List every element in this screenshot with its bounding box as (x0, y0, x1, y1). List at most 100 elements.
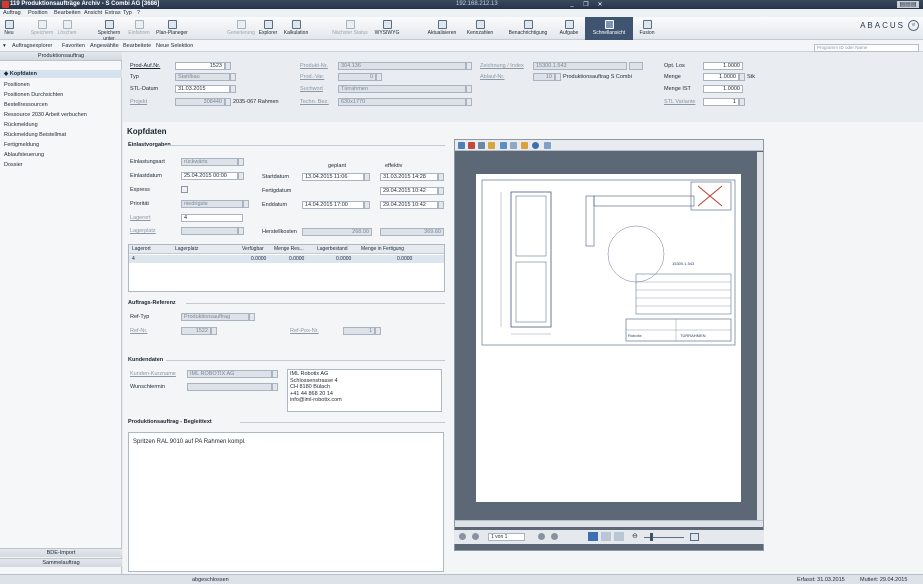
produkt-lookup[interactable] (466, 62, 472, 70)
sidebar-item-ablaufsteuerung[interactable]: Ablaufsteuerung (0, 151, 122, 159)
enddatum-geplant-picker[interactable] (364, 201, 370, 209)
ref-typ-dropdown[interactable] (249, 313, 255, 321)
folder-icon[interactable] (521, 142, 528, 149)
kennzahlen-button[interactable]: Kennzahlen (462, 17, 498, 40)
menu-position[interactable]: Position (28, 10, 48, 16)
minimize-button[interactable]: _ (566, 1, 578, 8)
drawing-viewer[interactable]: 15300.1.543 Robotix TÜRRAHMEN (454, 139, 764, 551)
einlastungsart-dropdown[interactable] (238, 158, 244, 166)
tab-neue-selektion[interactable]: Neue Selektion (156, 43, 193, 49)
techn-bez-field[interactable]: 630x1770 (338, 98, 466, 106)
close-button[interactable]: ✕ (594, 1, 606, 8)
projekt-lookup[interactable] (225, 98, 231, 106)
ref-nr-field[interactable]: 1522 (181, 327, 211, 335)
enddatum-geplant-field[interactable]: 14.04.2015 17:00 (302, 201, 364, 209)
info-icon[interactable] (532, 142, 539, 149)
next-status-button[interactable]: Nächster Status (330, 17, 370, 40)
prod-auf-label[interactable]: Prod-Auf.Nr. (130, 63, 160, 69)
dropdown-arrow-icon[interactable]: ▾ (3, 43, 6, 49)
typ-field[interactable]: Stahlbau (175, 73, 230, 81)
zoom-out-icon[interactable]: ⊖ (632, 532, 638, 540)
sidebar-item-rueckmeldung-beistell[interactable]: Rückmeldung Beistellmat (0, 131, 122, 139)
startdatum-geplant-picker[interactable] (364, 173, 370, 181)
ref-pos-stepper[interactable] (375, 327, 381, 335)
menu-typ[interactable]: Typ (123, 10, 132, 16)
single-page-icon[interactable] (588, 532, 598, 541)
zeichnung-index-field[interactable] (629, 62, 643, 70)
lagerplatz-lookup[interactable] (238, 227, 244, 235)
fusion-button[interactable]: Fusion (636, 17, 658, 40)
ablauf-field[interactable]: 10 (533, 73, 555, 81)
stock-table[interactable]: Lagerort Lagerplatz Verfügbar Menge Res.… (128, 244, 445, 292)
techn-bez-lookup[interactable] (466, 98, 472, 106)
sidebar-item-fertigmeldung[interactable]: Fertigmeldung (0, 141, 122, 149)
program-search-input[interactable]: Programm ID oder Name (814, 44, 919, 52)
einlastungsart-field[interactable]: rückwärts (181, 158, 238, 166)
table-row[interactable]: 4 0.0000 0.0000 0.0000 0.0000 (129, 255, 444, 263)
save-as-button[interactable]: Speichern unter (92, 17, 126, 42)
express-checkbox[interactable] (181, 186, 188, 193)
prod-auf-field[interactable]: 1523 (175, 62, 225, 70)
stl-datum-picker[interactable] (230, 85, 236, 93)
menge-field[interactable]: 1.0000 (703, 73, 739, 81)
two-page-icon[interactable] (601, 532, 611, 541)
menu-bearbeiten[interactable]: Bearbeiten (54, 10, 81, 16)
tab-angewaehlte[interactable]: Angewählte (90, 43, 119, 49)
kalkulation-button[interactable]: Kalkulation (282, 17, 310, 40)
prev-page-icon[interactable] (472, 533, 479, 540)
herstellkosten-effektiv-field[interactable]: 369.60 (380, 228, 444, 236)
edit-icon[interactable] (488, 142, 495, 149)
herstellkosten-geplant-field[interactable]: 268.00 (302, 228, 372, 236)
wysiwyg-button[interactable]: WYSIWYG (372, 17, 402, 40)
prioritaet-dropdown[interactable] (243, 200, 249, 208)
save-icon[interactable] (478, 142, 485, 149)
refresh-button[interactable]: Aktualisieren (424, 17, 460, 40)
copy-icon[interactable] (510, 142, 517, 149)
projekt-field[interactable]: 308440 (175, 98, 225, 106)
fertigdatum-picker[interactable] (438, 187, 444, 195)
continuous-icon[interactable] (614, 532, 624, 541)
menge-ist-field[interactable]: 1.0000 (703, 85, 743, 93)
wunschtermin-field[interactable] (187, 383, 272, 391)
wunschtermin-picker[interactable] (272, 383, 278, 391)
zoom-slider-handle[interactable] (650, 533, 653, 541)
sammelauftrag-button[interactable]: Sammelauftrag (0, 558, 122, 567)
explorer-button[interactable]: Explorer (256, 17, 280, 40)
zoom-icon[interactable] (544, 142, 551, 149)
typ-dropdown[interactable] (230, 73, 236, 81)
startdatum-effektiv-field[interactable]: 31.03.2015 14:28 (380, 173, 438, 181)
sidebar-item-dossier[interactable]: Dossier (0, 161, 122, 169)
maximize-button[interactable]: ❐ (580, 1, 592, 8)
einfahren-button[interactable]: Einfahren (128, 17, 150, 40)
ablauf-lookup[interactable] (555, 73, 561, 81)
enddatum-effektiv-field[interactable]: 29.04.2015 10:42 (380, 201, 438, 209)
menu-extras[interactable]: Extras (105, 10, 121, 16)
print-icon[interactable] (458, 142, 465, 149)
horizontal-scrollbar[interactable] (455, 520, 763, 527)
stl-variante-stepper[interactable] (739, 98, 745, 106)
col-lagerort[interactable]: Lagerort (132, 246, 151, 252)
ref-typ-field[interactable]: Produktionsauftrag (181, 313, 249, 321)
mail-icon[interactable] (500, 142, 507, 149)
prod-var-stepper[interactable] (376, 73, 382, 81)
tab-auftragsexplorer[interactable]: Auftragsexplorer (12, 43, 52, 49)
stl-variante-field[interactable]: 1 (703, 98, 739, 106)
window-controls[interactable]: ▤▤▤ (897, 1, 919, 8)
lagerplatz-field[interactable] (181, 227, 238, 235)
startdatum-geplant-field[interactable]: 13.04.2015 11:06 (302, 173, 364, 181)
planner-button[interactable]: Plan-Planeger (152, 17, 192, 40)
startdatum-effektiv-picker[interactable] (438, 173, 444, 181)
menu-auftrag[interactable]: Auftrag (3, 10, 21, 16)
suchwort-field[interactable]: Türrahmen (338, 85, 466, 93)
notification-button[interactable]: Benachrichtigung (504, 17, 552, 40)
stl-datum-field[interactable]: 31.03.2015 (175, 85, 230, 93)
begleittext-textarea[interactable]: Spritzen RAL 9010 auf PA Rahmen kompl. (128, 432, 444, 572)
col-verfuegbar[interactable]: Verfügbar (242, 246, 264, 252)
tab-bearbeitete[interactable]: Bearbeitete (123, 43, 151, 49)
delete-button[interactable]: Löschen (56, 17, 78, 40)
generierung-button[interactable]: Generierung (227, 17, 255, 40)
next-page-icon[interactable] (538, 533, 545, 540)
first-page-icon[interactable] (459, 533, 466, 540)
kunden-lookup[interactable] (272, 370, 278, 378)
col-lagerplatz[interactable]: Lagerplatz (175, 246, 198, 252)
